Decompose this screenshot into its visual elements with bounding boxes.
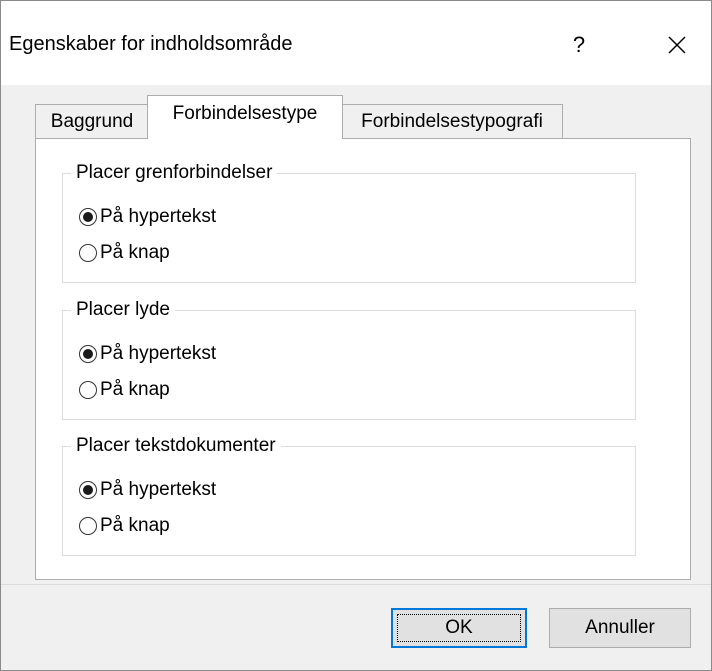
radio-grenforbindelser-hypertekst[interactable]: På hypertekst [79,203,216,231]
radio-tekstdokumenter-hypertekst[interactable]: På hypertekst [79,476,216,504]
focus-ring [397,614,521,642]
radio-label: På hypertekst [100,343,217,364]
tab-forbindelsestypografi[interactable]: Forbindelsestypografi [341,104,563,138]
radio-label: På hypertekst [100,479,217,500]
group-legend: Placer tekstdokumenter [71,434,281,458]
radio-label: På knap [100,242,170,263]
dialog-title: Egenskaber for indholdsområde [9,33,293,55]
cancel-button[interactable]: Annuller [549,608,691,648]
group-tekstdokumenter: Placer tekstdokumenter På hypertekst På … [62,434,636,556]
divider [1,584,711,585]
radio-label: På knap [100,515,170,536]
help-button[interactable]: ? [549,21,609,69]
close-icon [668,36,686,54]
title-bar: Egenskaber for indholdsområde ? [1,1,711,85]
group-grenforbindelser: Placer grenforbindelser På hypertekst På… [62,161,636,283]
dialog-window: Egenskaber for indholdsområde ? Baggrund… [0,0,712,671]
group-legend: Placer lyde [71,298,175,322]
tab-forbindelsestype[interactable]: Forbindelsestype [147,95,343,139]
radio-unselected-icon [79,381,97,399]
tab-panel: Placer grenforbindelser På hypertekst På… [35,138,691,580]
radio-selected-icon [79,481,97,499]
cancel-label: Annuller [585,617,655,638]
close-button[interactable] [647,21,707,69]
tab-baggrund[interactable]: Baggrund [35,104,149,138]
radio-grenforbindelser-knap[interactable]: På knap [79,239,170,267]
radio-tekstdokumenter-knap[interactable]: På knap [79,512,170,540]
radio-unselected-icon [79,244,97,262]
radio-selected-icon [79,345,97,363]
radio-selected-icon [79,208,97,226]
radio-lyde-hypertekst[interactable]: På hypertekst [79,340,216,368]
radio-label: På knap [100,379,170,400]
radio-lyde-knap[interactable]: På knap [79,376,170,404]
group-legend: Placer grenforbindelser [71,161,278,185]
group-lyde: Placer lyde På hypertekst På knap [62,298,636,420]
radio-label: På hypertekst [100,206,217,227]
ok-button[interactable]: OK [391,608,527,648]
radio-unselected-icon [79,517,97,535]
